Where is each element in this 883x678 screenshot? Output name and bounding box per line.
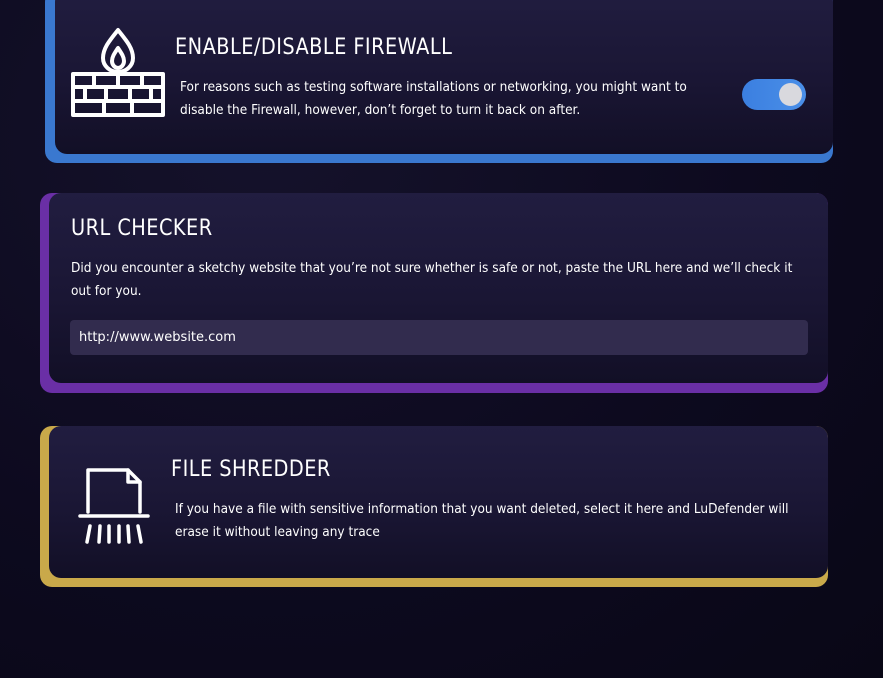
firewall-icon bbox=[71, 28, 165, 117]
firewall-toggle[interactable] bbox=[742, 79, 806, 110]
url-checker-title: URL CHECKER bbox=[71, 216, 213, 241]
firewall-description: For reasons such as testing software ins… bbox=[180, 79, 687, 118]
file-shredder-description: If you have a file with sensitive inform… bbox=[175, 501, 789, 540]
url-input[interactable] bbox=[70, 320, 808, 355]
file-shredder-title: FILE SHREDDER bbox=[171, 457, 331, 482]
url-checker-description: Did you encounter a sketchy website that… bbox=[71, 260, 793, 299]
toggle-knob bbox=[779, 83, 802, 106]
firewall-title: ENABLE/DISABLE FIREWALL bbox=[175, 35, 453, 60]
shredder-icon bbox=[78, 468, 150, 544]
